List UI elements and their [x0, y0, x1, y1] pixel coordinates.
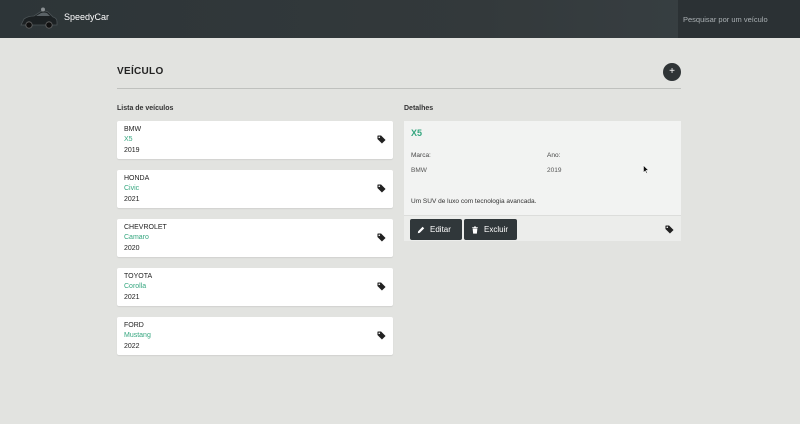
brand-name[interactable]: SpeedyCar [64, 12, 109, 22]
vehicle-model: Corolla [124, 283, 147, 290]
details-title: Detalhes [404, 105, 434, 112]
vehicle-list-item[interactable]: FORD Mustang 2022 [117, 317, 393, 355]
trash-icon [472, 225, 478, 234]
brand-label: Marca: [411, 152, 431, 159]
details-body: X5 Marca: BMW Ano: 2019 Um SUV de luxo c… [404, 121, 681, 215]
edit-button-label: Editar [430, 225, 451, 234]
car-logo-icon[interactable] [18, 7, 60, 31]
edit-button[interactable]: Editar [410, 219, 462, 240]
tag-icon [377, 184, 386, 193]
vehicle-year: 2021 [124, 294, 140, 301]
search-input[interactable] [678, 0, 800, 38]
add-vehicle-button[interactable]: + [663, 63, 681, 81]
vehicle-brand: TOYOTA [124, 273, 153, 280]
pencil-icon [417, 226, 425, 233]
details-model: X5 [411, 128, 423, 138]
tag-icon [377, 233, 386, 242]
vehicle-brand: HONDA [124, 175, 150, 182]
year-value: 2019 [547, 167, 562, 174]
vehicle-list-item[interactable]: CHEVROLET Camaro 2020 [117, 219, 393, 257]
vehicle-year: 2022 [124, 343, 140, 350]
plus-icon: + [669, 66, 675, 77]
details-description: Um SUV de luxo com tecnologia avancada. [411, 198, 537, 205]
vehicle-list-title: Lista de veículos [117, 105, 174, 112]
vehicle-year: 2021 [124, 196, 140, 203]
vehicle-details-card: X5 Marca: BMW Ano: 2019 Um SUV de luxo c… [404, 121, 681, 241]
year-label: Ano: [547, 152, 561, 159]
page-title: VEÍCULO [117, 66, 164, 77]
vehicle-model: Mustang [124, 332, 151, 339]
vehicle-list-item[interactable]: HONDA Civic 2021 [117, 170, 393, 208]
vehicle-year: 2020 [124, 245, 140, 252]
mouse-cursor-icon [643, 165, 649, 174]
vehicle-brand: CHEVROLET [124, 224, 167, 231]
vehicle-model: X5 [124, 136, 133, 143]
title-divider [117, 88, 681, 89]
brand-value: BMW [411, 167, 427, 174]
vehicle-model: Civic [124, 185, 140, 192]
tag-icon [377, 135, 386, 144]
top-navbar: SpeedyCar [0, 0, 800, 38]
tag-icon [665, 225, 674, 234]
tag-icon [377, 282, 386, 291]
vehicle-model: Camaro [124, 234, 149, 241]
vehicle-list-item[interactable]: TOYOTA Corolla 2021 [117, 268, 393, 306]
vehicle-list-item[interactable]: BMW X5 2019 [117, 121, 393, 159]
details-actions: Editar Excluir [404, 215, 681, 241]
delete-button[interactable]: Excluir [464, 219, 517, 240]
vehicle-brand: BMW [124, 126, 142, 133]
delete-button-label: Excluir [484, 225, 509, 234]
tag-icon [377, 331, 386, 340]
vehicle-year: 2019 [124, 147, 140, 154]
vehicle-brand: FORD [124, 322, 144, 329]
